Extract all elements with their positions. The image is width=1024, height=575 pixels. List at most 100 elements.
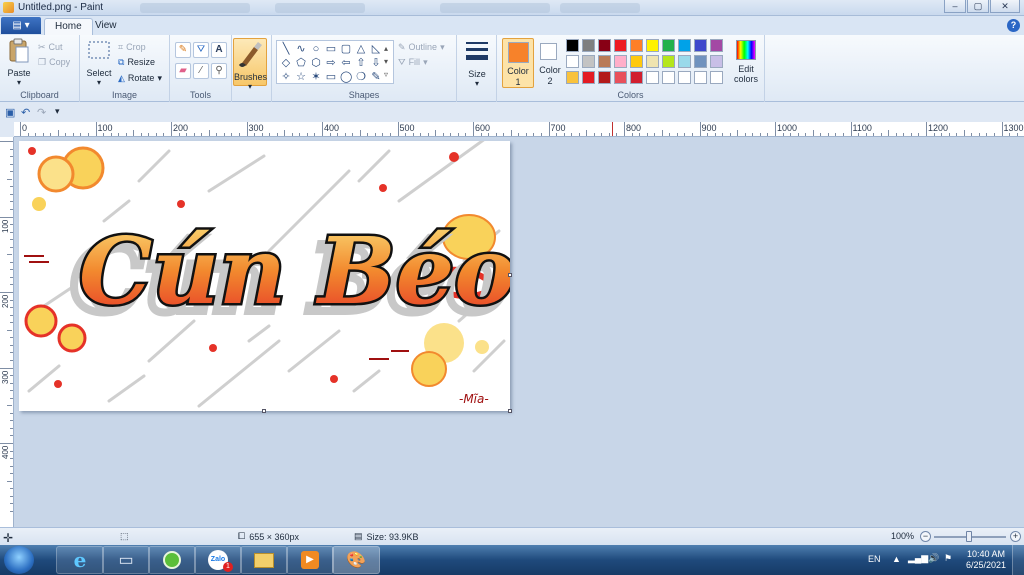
palette-swatch[interactable] bbox=[614, 55, 627, 68]
palette-swatch[interactable] bbox=[582, 71, 595, 84]
resize-button[interactable]: ⧉ Resize bbox=[118, 55, 155, 69]
copy-button[interactable]: ❐ Copy bbox=[38, 55, 70, 69]
shape-option-icon[interactable]: ✶ bbox=[310, 71, 322, 83]
palette-swatch[interactable] bbox=[598, 55, 611, 68]
shape-option-icon[interactable]: ▭ bbox=[325, 43, 337, 55]
zoom-out-button[interactable]: − bbox=[920, 531, 931, 542]
palette-swatch[interactable] bbox=[646, 55, 659, 68]
shape-option-icon[interactable]: △ bbox=[355, 43, 367, 55]
palette-swatch[interactable] bbox=[662, 71, 675, 84]
color2-button[interactable]: Color 2 bbox=[535, 38, 565, 88]
shape-option-icon[interactable]: ⇩ bbox=[370, 57, 382, 69]
tab-view[interactable]: View bbox=[85, 18, 127, 35]
palette-swatch[interactable] bbox=[710, 55, 723, 68]
shapes-scroll[interactable]: ▴ ▾ ▿ bbox=[384, 42, 388, 81]
taskbar-media-player[interactable]: ▶ bbox=[286, 546, 334, 574]
cut-button[interactable]: ✂ Cut bbox=[38, 40, 63, 54]
crop-button[interactable]: ⌗ Crop bbox=[118, 40, 146, 54]
shape-option-icon[interactable]: ⬠ bbox=[295, 57, 307, 69]
magnifier-icon[interactable]: ⚲ bbox=[211, 63, 227, 79]
color1-button[interactable]: Color 1 bbox=[502, 38, 534, 88]
palette-swatch[interactable] bbox=[710, 71, 723, 84]
shape-option-icon[interactable]: ∿ bbox=[295, 43, 307, 55]
fill-button[interactable]: ⛛ Fill ▾ bbox=[398, 55, 428, 69]
palette-swatch[interactable] bbox=[694, 71, 707, 84]
palette-swatch[interactable] bbox=[630, 39, 643, 52]
taskbar-paint[interactable]: 🎨 bbox=[332, 546, 380, 574]
shape-option-icon[interactable]: ☆ bbox=[295, 71, 307, 83]
taskbar-zalo[interactable]: Zalo 1 bbox=[194, 546, 242, 574]
outline-button[interactable]: ✎ Outline ▾ bbox=[398, 40, 445, 54]
taskbar-computer[interactable]: ▭ bbox=[102, 546, 150, 574]
maximize-button[interactable]: ▢ bbox=[967, 0, 989, 13]
close-button[interactable]: ✕ bbox=[990, 0, 1020, 13]
file-menu-button[interactable]: ▤ ▾ bbox=[1, 17, 41, 34]
palette-swatch[interactable] bbox=[582, 39, 595, 52]
drawing-canvas[interactable]: Cún Béo Cún Béo Cún Béo -Mĩa- bbox=[19, 134, 518, 411]
shape-option-icon[interactable]: ○ bbox=[310, 43, 322, 55]
palette-swatch[interactable] bbox=[582, 55, 595, 68]
undo-icon[interactable]: ↶ bbox=[21, 106, 30, 119]
shape-option-icon[interactable]: ▭ bbox=[325, 71, 337, 83]
taskbar-explorer[interactable] bbox=[240, 546, 288, 574]
shape-option-icon[interactable]: ✎ bbox=[370, 71, 382, 83]
eraser-icon[interactable]: ▰ bbox=[175, 63, 191, 79]
shape-option-icon[interactable]: ◇ bbox=[280, 57, 292, 69]
show-desktop-button[interactable] bbox=[1012, 545, 1024, 575]
help-icon[interactable]: ? bbox=[1007, 19, 1020, 32]
start-button[interactable] bbox=[4, 546, 34, 574]
pencil-icon[interactable]: ✎ bbox=[175, 42, 191, 58]
minimize-button[interactable]: – bbox=[944, 0, 966, 13]
rotate-button[interactable]: ◭ Rotate ▾ bbox=[118, 71, 162, 85]
palette-swatch[interactable] bbox=[630, 71, 643, 84]
palette-swatch[interactable] bbox=[598, 39, 611, 52]
palette-swatch[interactable] bbox=[662, 39, 675, 52]
show-hidden-icons[interactable]: ▲ bbox=[892, 554, 901, 564]
palette-swatch[interactable] bbox=[566, 71, 579, 84]
select-button[interactable]: Select ▾ bbox=[84, 38, 114, 87]
resize-handle-corner[interactable] bbox=[508, 409, 512, 413]
palette-swatch[interactable] bbox=[678, 71, 691, 84]
palette-swatch[interactable] bbox=[614, 71, 627, 84]
palette-swatch[interactable] bbox=[678, 39, 691, 52]
shape-option-icon[interactable]: ❍ bbox=[355, 71, 367, 83]
paint-app-icon[interactable] bbox=[3, 2, 14, 13]
network-signal-icon[interactable]: ▂▄▆ bbox=[908, 553, 928, 564]
zoom-slider-thumb[interactable] bbox=[966, 531, 972, 542]
taskbar-green-app[interactable] bbox=[148, 546, 196, 574]
fill-bucket-icon[interactable]: ⛛ bbox=[193, 42, 209, 58]
shape-option-icon[interactable]: ✧ bbox=[280, 71, 292, 83]
shapes-gallery[interactable]: ╲ ∿ ○ ▭ ▢ △ ◺ ◇ ⬠ ⬡ ⇨ ⇦ ⇧ ⇩ ✧ ☆ ✶ ▭ ◯ ❍ ✎ bbox=[276, 40, 394, 84]
save-icon[interactable]: ▣ bbox=[5, 106, 15, 119]
flag-icon[interactable]: ⚑ bbox=[944, 553, 952, 564]
size-button[interactable]: Size ▾ bbox=[461, 39, 493, 88]
shape-option-icon[interactable]: ⇨ bbox=[325, 57, 337, 69]
palette-swatch[interactable] bbox=[710, 39, 723, 52]
palette-swatch[interactable] bbox=[566, 55, 579, 68]
shape-option-icon[interactable]: ⇧ bbox=[355, 57, 367, 69]
redo-icon[interactable]: ↷ bbox=[37, 106, 46, 119]
palette-swatch[interactable] bbox=[694, 55, 707, 68]
zoom-in-button[interactable]: + bbox=[1010, 531, 1021, 542]
volume-icon[interactable]: 🔊 bbox=[928, 553, 939, 564]
palette-swatch[interactable] bbox=[646, 39, 659, 52]
palette-swatch[interactable] bbox=[662, 55, 675, 68]
palette-swatch[interactable] bbox=[678, 55, 691, 68]
palette-swatch[interactable] bbox=[630, 55, 643, 68]
resize-handle-right[interactable] bbox=[508, 273, 512, 277]
text-tool-icon[interactable]: A bbox=[211, 42, 227, 58]
palette-swatch[interactable] bbox=[566, 39, 579, 52]
palette-swatch[interactable] bbox=[614, 39, 627, 52]
customize-qat-icon[interactable]: ▾ bbox=[55, 106, 60, 117]
edit-colors-button[interactable]: Edit colors bbox=[731, 38, 761, 88]
palette-swatch[interactable] bbox=[646, 71, 659, 84]
shape-option-icon[interactable]: ▢ bbox=[340, 43, 352, 55]
shape-option-icon[interactable]: ⬡ bbox=[310, 57, 322, 69]
language-indicator[interactable]: EN bbox=[868, 554, 881, 564]
shape-option-icon[interactable]: ◺ bbox=[370, 43, 382, 55]
shape-option-icon[interactable]: ◯ bbox=[340, 71, 352, 83]
palette-swatch[interactable] bbox=[694, 39, 707, 52]
color-picker-icon[interactable]: ⁄ bbox=[193, 63, 209, 79]
resize-handle-bottom[interactable] bbox=[262, 409, 266, 413]
taskbar-ie[interactable]: e bbox=[56, 546, 104, 574]
